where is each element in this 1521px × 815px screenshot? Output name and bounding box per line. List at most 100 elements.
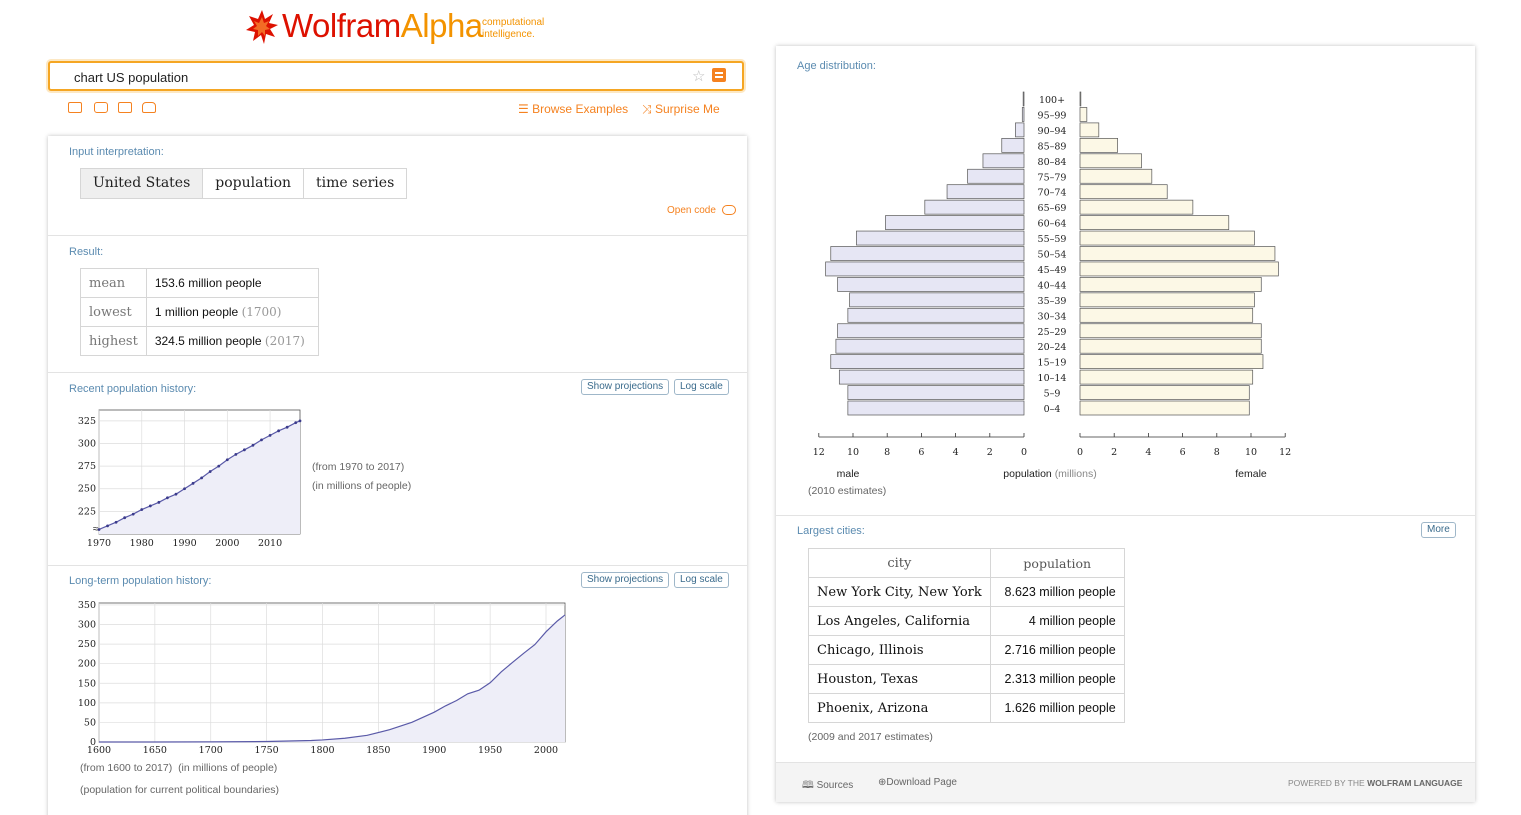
data-point [157, 500, 161, 504]
x-tick-label: 1850 [366, 745, 390, 756]
bar-female [1079, 338, 1262, 354]
wolfram-star-logo-icon [246, 10, 278, 44]
bar-male [1001, 137, 1025, 153]
age-group-label: 70–74 [1038, 188, 1067, 199]
city-name[interactable]: Houston, Texas [808, 664, 991, 694]
longterm-history-title: Long-term population history: [69, 575, 212, 587]
bar-male [830, 354, 1025, 369]
result-note: (1700) [241, 305, 282, 319]
age-group-label: 35–39 [1038, 296, 1067, 307]
bar-female [1079, 369, 1254, 385]
browse-examples-label: Browse Examples [532, 102, 629, 116]
chip-country[interactable]: United States [81, 169, 204, 198]
bar-female [1079, 323, 1262, 339]
result-value: 1 million people (1700) [145, 297, 319, 327]
longterm-unit-text: (in millions of people) [178, 762, 278, 774]
x-tick-label: 8 [1214, 447, 1220, 458]
city-population: 4 million people [989, 606, 1125, 636]
city-population: 8.623 million people [989, 577, 1125, 607]
recent-history-title: Recent population history: [69, 383, 197, 395]
keyboard-icon[interactable] [68, 102, 82, 113]
surprise-me-link[interactable]: ⤨ Surprise Me [642, 102, 720, 117]
open-code-link[interactable]: Open code [667, 205, 736, 216]
open-code-arrow-icon [721, 205, 736, 216]
data-point [234, 452, 238, 456]
age-group-label: 50–54 [1038, 250, 1067, 261]
bar-male [856, 230, 1025, 246]
bar-female [1079, 230, 1255, 246]
city-population: 2.716 million people [989, 635, 1125, 665]
chip-type[interactable]: time series [304, 169, 406, 198]
show-projections-button[interactable]: Show projections [581, 572, 670, 588]
data-point [277, 429, 281, 433]
camera-upload-icon[interactable] [94, 102, 108, 113]
download-page-link[interactable]: ⊕Download Page [878, 777, 957, 788]
chip-property[interactable]: population [203, 169, 305, 198]
file-upload-icon[interactable] [142, 102, 156, 113]
bar-male [825, 261, 1025, 277]
city-name[interactable]: New York City, New York [808, 577, 991, 607]
bar-female [1079, 153, 1142, 169]
logo-tagline: computational intelligence. [482, 17, 544, 41]
show-projections-button[interactable]: Show projections [581, 379, 670, 395]
city-name[interactable]: Chicago, Illinois [808, 635, 991, 665]
age-group-label: 90–94 [1038, 126, 1067, 137]
x-tick-label: 8 [884, 447, 890, 458]
age-group-label: 80–84 [1038, 157, 1067, 168]
more-button[interactable]: More [1421, 522, 1456, 538]
data-point [148, 504, 152, 508]
data-point [225, 458, 229, 462]
male-axis-label: male [837, 468, 860, 480]
age-group-label: 25–29 [1038, 327, 1067, 338]
age-group-label: 15–19 [1038, 358, 1067, 369]
data-point [131, 512, 135, 516]
data-point [183, 487, 186, 491]
y-tick-label: 300 [78, 620, 96, 631]
table-header-row: city population [808, 548, 1125, 578]
log-scale-button[interactable]: Log scale [674, 572, 729, 588]
city-name[interactable]: Phoenix, Arizona [808, 693, 991, 723]
data-point [298, 419, 302, 423]
favorite-star-icon[interactable]: ☆ [692, 67, 705, 85]
bar-male [1021, 107, 1025, 122]
log-scale-button[interactable]: Log scale [674, 379, 729, 395]
city-population: 1.626 million people [989, 693, 1125, 723]
table-row: Chicago, Illinois 2.716 million people [808, 635, 1125, 665]
data-point [174, 492, 178, 496]
result-key: lowest [80, 297, 147, 327]
data-point [114, 520, 118, 524]
bar-male [847, 307, 1025, 323]
data-input-icon[interactable] [118, 102, 132, 113]
search-input[interactable] [74, 68, 674, 86]
city-population: 2.313 million people [989, 664, 1125, 694]
cities-table: city population New York City, New York 8.… [808, 548, 1125, 723]
table-row: Houston, Texas 2.313 million people [808, 664, 1125, 694]
age-pyramid-chart: 100+ 95–99 90–94 85–89 80–84 75–79 70–74 65–69 6… [813, 91, 1291, 480]
result-table: mean 153.6 million people lowest 1 million… [80, 268, 319, 356]
result-value: 153.6 million people [145, 268, 319, 298]
x-tick-label: 1750 [255, 745, 279, 756]
table-row: lowest 1 million people (1700) [80, 297, 319, 327]
axis-break-icon: ≈ [93, 524, 99, 535]
x-tick-label: 1990 [172, 538, 196, 549]
axis-label-text: population [1003, 468, 1054, 480]
age-group-label: 95–99 [1038, 110, 1067, 121]
city-name[interactable]: Los Angeles, California [808, 606, 991, 636]
sources-link[interactable]: 🕮 Sources [802, 778, 853, 795]
compute-button[interactable] [712, 68, 726, 82]
data-point [268, 433, 272, 437]
table-row: Phoenix, Arizona 1.626 million people [808, 693, 1125, 723]
logo-part-wolfram: Wolfram [282, 7, 401, 44]
y-tick-label: 275 [78, 461, 96, 472]
wolframalpha-logo[interactable]: WolframAlpha [282, 6, 483, 46]
bar-male [837, 277, 1025, 292]
powered-by[interactable]: POWERED BY THE WOLFRAM LANGUAGE [1288, 778, 1462, 788]
recent-range-note: (from 1970 to 2017) [312, 461, 405, 473]
x-tick-label: 2 [987, 447, 993, 458]
bar-female [1079, 400, 1250, 416]
powered-brand: WOLFRAM LANGUAGE [1367, 778, 1463, 788]
browse-examples-link[interactable]: ☰ Browse Examples [518, 102, 628, 116]
age-group-label: 20–24 [1038, 342, 1067, 353]
bar-female [1079, 277, 1262, 292]
bar-male [849, 292, 1025, 308]
